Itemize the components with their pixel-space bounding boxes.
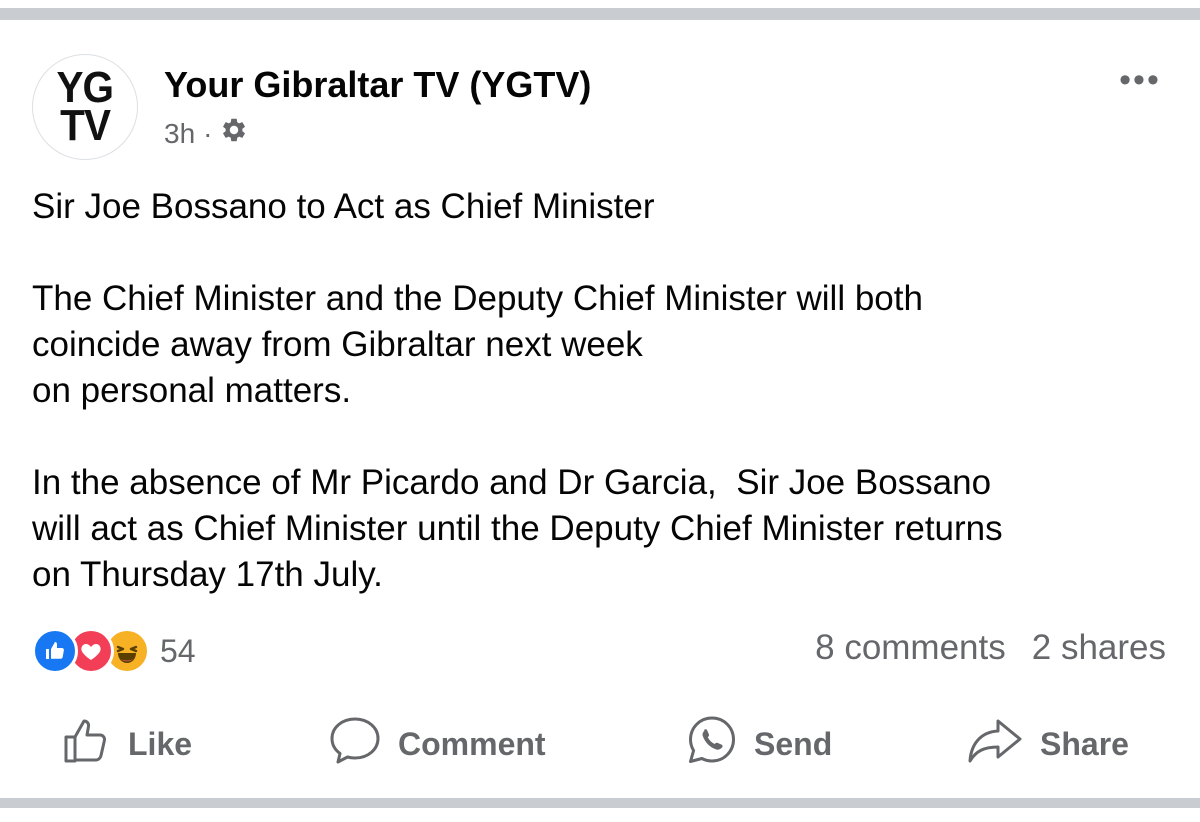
gear-icon[interactable]	[220, 116, 248, 151]
share-button[interactable]: Share	[966, 712, 1129, 776]
post-timestamp[interactable]: 3h	[164, 118, 195, 150]
paragraph-1-line-2: coincide away from Gibraltar next week	[32, 325, 643, 364]
page-avatar[interactable]: YG TV	[32, 54, 138, 160]
avatar-text-bottom: TV	[60, 101, 111, 150]
like-reaction-icon	[32, 628, 78, 674]
paragraph-2-line-3: on Thursday 17th July.	[32, 555, 383, 594]
shares-count-link[interactable]: 2 shares	[1032, 628, 1166, 668]
post-body: Sir Joe Bossano to Act as Chief Minister…	[32, 184, 1172, 598]
send-label: Send	[754, 725, 833, 762]
comment-button[interactable]: Comment	[328, 712, 546, 776]
top-divider	[0, 8, 1200, 20]
action-bar: Like Comment Send Share	[0, 712, 1200, 776]
comment-label: Comment	[398, 725, 546, 762]
comment-bubble-icon	[328, 715, 398, 773]
paragraph-1-line-1: The Chief Minister and the Deputy Chief …	[32, 279, 923, 318]
comments-count-link[interactable]: 8 comments	[815, 628, 1006, 668]
reaction-count: 54	[160, 632, 196, 669]
share-label: Share	[1040, 725, 1129, 762]
more-dots-icon: •••	[1119, 60, 1161, 99]
page-name-link[interactable]: Your Gibraltar TV (YGTV)	[164, 64, 591, 106]
send-button[interactable]: Send	[686, 712, 832, 776]
meta-separator: ·	[203, 117, 213, 149]
reactions-summary[interactable]: 54	[32, 628, 196, 674]
paragraph-2-line-2: will act as Chief Minister until the Dep…	[32, 509, 1003, 548]
more-options-button[interactable]: •••	[1112, 60, 1168, 100]
bottom-divider	[0, 798, 1200, 808]
facebook-post-card: YG TV Your Gibraltar TV (YGTV) 3h · ••• …	[0, 0, 1200, 822]
engagement-stats: 8 comments 2 shares	[815, 628, 1166, 668]
paragraph-2-line-1: In the absence of Mr Picardo and Dr Garc…	[32, 463, 992, 502]
post-title: Sir Joe Bossano to Act as Chief Minister	[32, 187, 655, 226]
like-button[interactable]: Like	[62, 712, 192, 776]
thumbs-up-icon	[62, 715, 128, 773]
whatsapp-icon	[686, 714, 754, 774]
share-arrow-icon	[966, 715, 1040, 773]
like-label: Like	[128, 725, 193, 762]
paragraph-1-line-3: on personal matters.	[32, 371, 352, 410]
post-meta: 3h ·	[164, 116, 248, 151]
